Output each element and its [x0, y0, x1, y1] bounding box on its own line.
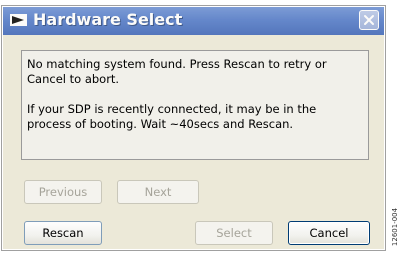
- message-no-system: No matching system found. Press Rescan t…: [27, 57, 327, 86]
- message-booting-hint: If your SDP is recently connected, it ma…: [27, 102, 317, 131]
- previous-button[interactable]: Previous: [24, 180, 102, 204]
- hardware-select-dialog: Hardware Select No matching system found…: [1, 5, 386, 251]
- next-button[interactable]: Next: [117, 180, 199, 204]
- close-button[interactable]: [359, 10, 379, 30]
- analog-devices-logo-icon: [10, 14, 27, 26]
- select-button[interactable]: Select: [195, 221, 273, 245]
- figure-code: 12601-004: [391, 203, 399, 251]
- cancel-button[interactable]: Cancel: [288, 221, 370, 245]
- title-bar[interactable]: Hardware Select: [3, 7, 384, 35]
- close-icon: [364, 15, 374, 25]
- rescan-button[interactable]: Rescan: [24, 221, 102, 245]
- dialog-title: Hardware Select: [33, 10, 183, 29]
- message-panel: No matching system found. Press Rescan t…: [21, 50, 369, 160]
- figure-code-label: 12601-004: [391, 207, 399, 247]
